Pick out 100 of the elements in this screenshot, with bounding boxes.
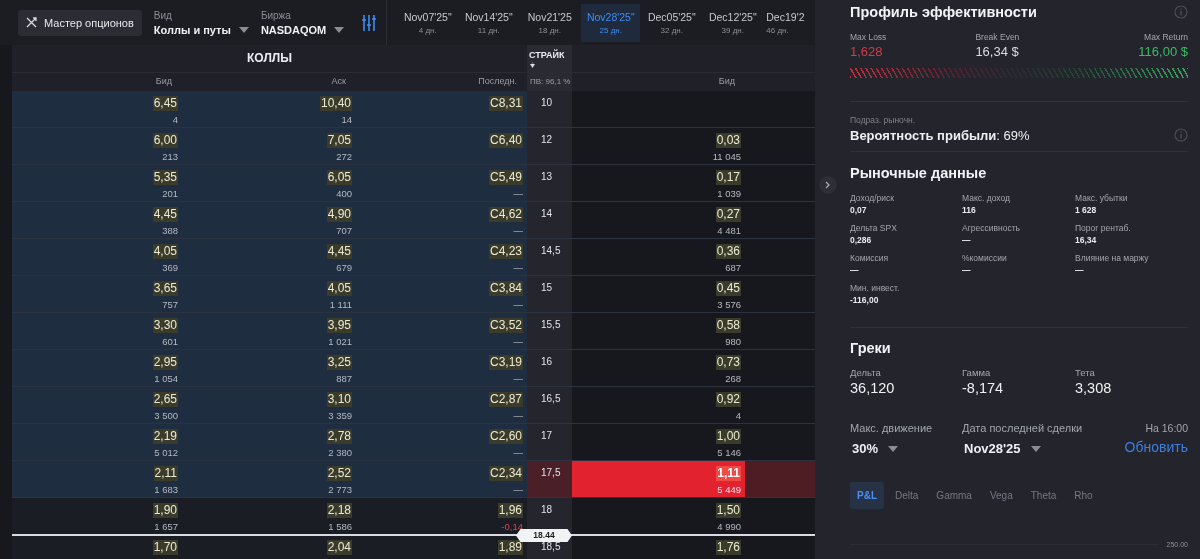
expiry-tab[interactable]: Nov07'25" 4 дн. xyxy=(398,3,458,42)
call-ask-price[interactable]: 2,04 xyxy=(326,540,352,555)
metric-label: Дельта SPX xyxy=(850,223,898,233)
expiry-tab[interactable]: Dec05'25" 32 дн. xyxy=(642,3,702,42)
put-bid-price[interactable]: 0,36 xyxy=(715,244,741,259)
metric-value: 116 xyxy=(962,205,977,215)
sort-icon[interactable] xyxy=(530,62,535,68)
call-ask-price[interactable]: 3,95 xyxy=(326,318,352,333)
selected-put-cell[interactable]: 1,11 5 449 xyxy=(572,461,745,497)
stat-label: Break Even xyxy=(975,32,1020,42)
put-bid-price[interactable]: 0,58 xyxy=(715,318,741,333)
call-bid-price[interactable]: 2,19 xyxy=(152,429,178,444)
call-ask-price[interactable]: 4,45 xyxy=(326,244,352,259)
call-last-price[interactable]: C2,60 xyxy=(488,429,523,444)
call-bid-size: 4 xyxy=(172,114,178,125)
put-bid-price[interactable]: 0,73 xyxy=(715,355,741,370)
call-last-price[interactable]: C2,34 xyxy=(488,466,523,481)
call-bid-price[interactable]: 1,70 xyxy=(152,540,178,555)
chart-tab[interactable]: P&L xyxy=(850,482,884,509)
sliders-icon[interactable] xyxy=(362,14,377,31)
call-ask-price[interactable]: 4,90 xyxy=(326,207,352,222)
call-last-price[interactable]: C3,52 xyxy=(488,318,523,333)
expiry-tab[interactable]: Dec12'25" 39 дн. xyxy=(703,3,763,42)
call-bid-price[interactable]: 1,90 xyxy=(152,503,178,518)
put-bid-price[interactable]: 0,45 xyxy=(715,281,741,296)
metric-value: — xyxy=(1075,265,1085,275)
call-last-price[interactable]: C8,31 xyxy=(488,96,523,111)
call-ask-size: 400 xyxy=(336,188,352,199)
call-ask-price[interactable]: 2,52 xyxy=(326,466,352,481)
view-dropdown[interactable]: Вид Коллы и путы xyxy=(153,9,249,36)
chart-tab[interactable]: Theta xyxy=(1023,482,1064,509)
put-bid-price[interactable]: 0,27 xyxy=(715,207,741,222)
call-bid-size: 3 500 xyxy=(154,410,178,421)
chart-tab[interactable]: Vega xyxy=(982,482,1020,509)
put-bid-price[interactable]: 0,17 xyxy=(715,170,741,185)
max-move-dropdown[interactable]: Макс. движение 30% xyxy=(850,422,962,456)
crossed-arrows-icon xyxy=(26,17,37,28)
call-bid-size: 601 xyxy=(162,336,178,347)
call-ask-price[interactable]: 2,78 xyxy=(326,429,352,444)
call-bid-price[interactable]: 3,65 xyxy=(152,281,178,296)
strike-price: 13 xyxy=(541,171,553,182)
refresh-link[interactable]: Обновить xyxy=(1124,439,1188,455)
call-last-price[interactable]: C4,62 xyxy=(488,207,523,222)
section-title: Рыночные данные xyxy=(850,165,987,181)
probability-caption: Подраз. рыночн. xyxy=(850,115,917,125)
call-bid-price[interactable]: 2,95 xyxy=(152,355,178,370)
call-ask-size: 2 380 xyxy=(328,447,352,458)
call-bid-price[interactable]: 3,30 xyxy=(152,318,178,333)
call-ask-price[interactable]: 10,40 xyxy=(319,96,352,111)
call-ask-size: 679 xyxy=(336,262,352,273)
chart-tab[interactable]: Rho xyxy=(1067,482,1100,509)
greek-label: Гамма xyxy=(962,367,992,378)
call-last-price[interactable]: C3,19 xyxy=(488,355,523,370)
stat-label: Max Loss xyxy=(850,32,887,42)
expiry-tab[interactable]: Nov14'25" 11 дн. xyxy=(459,3,519,42)
call-last-price[interactable]: 1,89 xyxy=(497,540,523,555)
chart-tab[interactable]: Delta xyxy=(888,482,926,509)
call-ask-price[interactable]: 3,25 xyxy=(326,355,352,370)
expiry-tab[interactable]: Nov21'25 18 дн. xyxy=(520,3,580,42)
call-last-price[interactable]: C3,84 xyxy=(488,281,523,296)
exchange-dropdown[interactable]: Биржа NASDAQOM xyxy=(260,9,345,36)
call-bid-price[interactable]: 6,00 xyxy=(152,133,178,148)
collapse-button[interactable] xyxy=(819,176,837,194)
info-icon[interactable] xyxy=(1174,5,1188,19)
metric-value: 0,07 xyxy=(850,205,868,215)
chart-tab[interactable]: Gamma xyxy=(929,482,979,509)
call-last-price[interactable]: 1,96 xyxy=(497,503,523,518)
call-bid-size: 1 054 xyxy=(154,373,178,384)
last-trade-date-dropdown[interactable]: Дата последней сделки Nov28'25 xyxy=(962,422,1083,456)
call-last-price[interactable]: C2,87 xyxy=(488,392,523,407)
call-bid-price[interactable]: 4,45 xyxy=(152,207,178,222)
greek-label: Тета xyxy=(1075,367,1096,378)
put-bid-price[interactable]: 1,50 xyxy=(715,503,741,518)
put-bid-price[interactable]: 0,92 xyxy=(715,392,741,407)
expiry-tab[interactable]: Dec19'2 46 дн. xyxy=(764,3,809,42)
put-bid-price[interactable]: 1,76 xyxy=(715,540,741,555)
call-bid-price[interactable]: 2,65 xyxy=(152,392,178,407)
probability-of-profit: Вероятность прибыли: 69% xyxy=(850,128,1030,143)
call-bid-price[interactable]: 5,35 xyxy=(152,170,178,185)
section-title: Профиль эффективности xyxy=(850,4,1037,20)
call-ask-price[interactable]: 2,18 xyxy=(326,503,352,518)
metric-value: — xyxy=(962,235,972,245)
call-bid-price[interactable]: 2,11 xyxy=(153,466,178,481)
call-ask-price[interactable]: 4,05 xyxy=(326,281,352,296)
expiry-tab[interactable]: Nov28'25" 25 дн. xyxy=(581,3,641,42)
put-bid-price[interactable]: 1,11 xyxy=(716,466,741,481)
call-last-size: — xyxy=(513,262,523,273)
put-bid-price[interactable]: 1,00 xyxy=(715,429,741,444)
chevron-right-icon xyxy=(825,181,831,189)
call-bid-price[interactable]: 4,05 xyxy=(152,244,178,259)
info-icon[interactable] xyxy=(1174,127,1188,142)
put-bid-price[interactable]: 0,03 xyxy=(715,133,741,148)
call-bid-price[interactable]: 6,45 xyxy=(152,96,178,111)
options-wizard-button[interactable]: Мастер опционов xyxy=(18,9,142,36)
call-ask-price[interactable]: 3,10 xyxy=(326,392,352,407)
call-ask-price[interactable]: 7,05 xyxy=(326,133,352,148)
call-ask-price[interactable]: 6,05 xyxy=(326,170,352,185)
call-last-price[interactable]: C6,40 xyxy=(488,133,523,148)
call-last-price[interactable]: C4,23 xyxy=(488,244,523,259)
call-last-price[interactable]: C5,49 xyxy=(488,170,523,185)
